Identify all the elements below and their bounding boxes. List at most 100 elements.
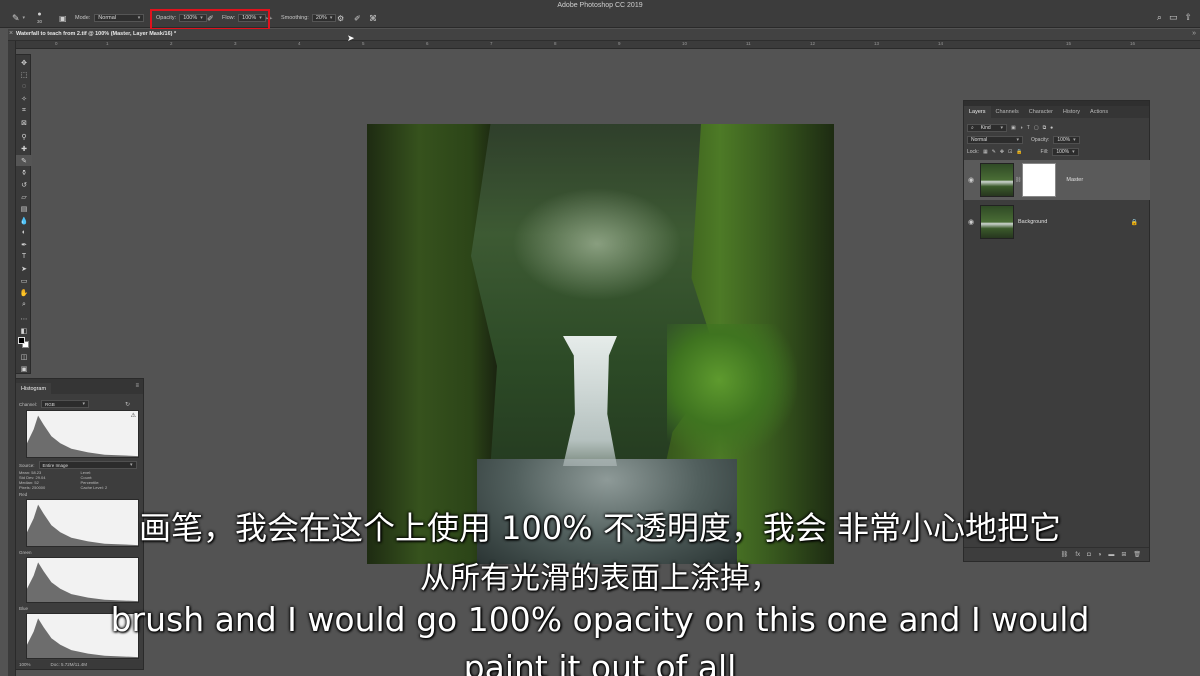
- source-value: Entire Image: [42, 462, 69, 468]
- eraser-tool-icon[interactable]: ▱: [16, 191, 32, 202]
- document-canvas[interactable]: [367, 124, 834, 564]
- layer-name[interactable]: Background: [1018, 219, 1047, 225]
- canvas-waterfall: [563, 336, 617, 466]
- histogram-curve: [27, 415, 138, 457]
- dodge-tool-icon[interactable]: ◐: [16, 227, 32, 238]
- eye-icon[interactable]: ◉: [964, 176, 978, 184]
- warning-icon[interactable]: ⚠: [131, 412, 136, 419]
- move-tool-icon[interactable]: ✥: [16, 57, 32, 68]
- history-brush-tool-icon[interactable]: ↺: [16, 179, 32, 190]
- workspace-icon[interactable]: ▭: [1169, 12, 1178, 23]
- quick-mask-icon[interactable]: ◫: [16, 351, 32, 362]
- expand-icon[interactable]: »: [1192, 30, 1196, 37]
- chevron-down-icon: ▾: [329, 15, 333, 21]
- fill-field[interactable]: 100% ▾: [1052, 147, 1079, 156]
- gradient-tool-icon[interactable]: ▤: [16, 203, 32, 214]
- marquee-tool-icon[interactable]: ⬚: [16, 69, 32, 80]
- filter-toggle-icon[interactable]: ●: [1050, 125, 1053, 131]
- layer-opacity-value: 100%: [1057, 136, 1071, 143]
- document-tab[interactable]: × Waterfall to teach from 2.tif @ 100% (…: [8, 29, 1200, 41]
- tab-history[interactable]: History: [1058, 106, 1085, 118]
- eyedropper-tool-icon[interactable]: ⚲: [16, 131, 32, 142]
- ruler-number: 16: [1130, 41, 1136, 46]
- chevron-down-icon: ▾: [1016, 136, 1019, 143]
- brush-settings-toggle[interactable]: ▣: [59, 13, 67, 23]
- smoothing-field[interactable]: 20% ▾: [311, 14, 337, 22]
- rectangle-tool-icon[interactable]: ▭: [16, 275, 32, 286]
- filter-smart-object-icon[interactable]: ⧉: [1043, 125, 1047, 131]
- search-icon[interactable]: ⌕: [1157, 12, 1162, 23]
- lock-image-icon[interactable]: ✎: [992, 149, 996, 155]
- smoothing-value: 20%: [315, 15, 327, 21]
- blend-mode-value: Normal: [971, 136, 988, 143]
- zoom-tool-icon[interactable]: ⌕: [16, 299, 32, 310]
- chevron-down-icon: ▾: [22, 15, 26, 21]
- layer-thumbnail[interactable]: [980, 163, 1014, 197]
- share-icon[interactable]: ⇪: [1184, 12, 1192, 23]
- filter-type-icon[interactable]: T: [1027, 125, 1030, 131]
- refresh-icon[interactable]: ↻: [125, 401, 130, 408]
- type-tool-icon[interactable]: T: [16, 251, 32, 262]
- panel-menu-icon[interactable]: ≡: [135, 383, 139, 389]
- layer-thumbnail[interactable]: [980, 205, 1014, 239]
- layer-row-background[interactable]: ◉ Background 🔒: [964, 202, 1150, 242]
- default-colors-icon[interactable]: ◧: [16, 325, 32, 336]
- close-icon[interactable]: ×: [9, 30, 13, 37]
- lock-transparent-icon[interactable]: ▦: [983, 149, 988, 155]
- filter-adjustment-icon[interactable]: ◑: [1020, 125, 1023, 131]
- chevron-down-icon: ▾: [1073, 136, 1076, 143]
- ruler-number: 4: [298, 41, 301, 46]
- tab-layers[interactable]: Layers: [964, 106, 991, 118]
- pressure-size-toggle[interactable]: ✐: [354, 13, 361, 23]
- more-tools-icon[interactable]: ⋯: [16, 313, 32, 324]
- layer-row-master[interactable]: ◉ ⛓ Master: [964, 160, 1150, 200]
- quick-selection-tool-icon[interactable]: ✧: [16, 93, 32, 104]
- smoothing-options-button[interactable]: ⚙: [337, 13, 344, 23]
- healing-brush-tool-icon[interactable]: ✚: [16, 143, 32, 154]
- lock-artboard-icon[interactable]: ⊡: [1008, 149, 1012, 155]
- layer-opacity-label: Opacity:: [1031, 136, 1050, 143]
- butterfly-icon: ⌘: [369, 13, 377, 23]
- layer-name[interactable]: Master: [1066, 177, 1083, 183]
- layer-opacity-field[interactable]: 100% ▾: [1053, 135, 1080, 144]
- layer-mask-thumbnail[interactable]: [1022, 163, 1057, 197]
- layer-filter-select[interactable]: ⌕ Kind ▾: [967, 123, 1007, 132]
- tab-channels[interactable]: Channels: [991, 106, 1024, 118]
- source-select[interactable]: Entire Image ▾: [38, 461, 137, 469]
- eye-icon[interactable]: ◉: [964, 218, 978, 226]
- channel-select[interactable]: RGB ▾: [41, 400, 90, 408]
- lock-all-icon[interactable]: 🔒: [1016, 149, 1022, 155]
- path-selection-tool-icon[interactable]: ➤: [16, 263, 32, 274]
- brush-tool-preset-picker[interactable]: ✎ ▾: [12, 13, 25, 23]
- tab-histogram[interactable]: Histogram: [16, 383, 52, 394]
- brush-tool-icon: ✎: [12, 12, 20, 23]
- ruler-number: 12: [810, 41, 816, 46]
- screen-mode-icon[interactable]: ▣: [16, 363, 32, 374]
- filter-shape-icon[interactable]: ▢: [1034, 125, 1039, 131]
- filter-pixel-icon[interactable]: ▣: [1011, 125, 1016, 131]
- stat-pixels: Pixels: 250000: [19, 485, 46, 490]
- tab-character[interactable]: Character: [1024, 106, 1058, 118]
- link-chain-icon[interactable]: ⛓: [1015, 177, 1021, 183]
- mode-select[interactable]: Normal ▾: [94, 14, 145, 22]
- blur-tool-icon[interactable]: 💧: [16, 215, 32, 226]
- brush-tool-icon[interactable]: ✎: [16, 155, 32, 166]
- frame-tool-icon[interactable]: ⊠: [16, 117, 32, 128]
- crop-tool-icon[interactable]: ⌗: [16, 105, 32, 116]
- histogram-statistics: Mean: 58.23 Level: Std Dev: 29.04 Count:…: [19, 470, 142, 490]
- pen-tool-icon[interactable]: ✒: [16, 239, 32, 250]
- fill-label: Fill:: [1040, 148, 1049, 155]
- brush-size-picker[interactable]: ● 30: [37, 10, 42, 26]
- ruler-horizontal: 0 1 2 3 4 5 6 7 8 9 10 11 12 13 14 15 16: [16, 41, 1200, 49]
- foreground-color-swatch[interactable]: [18, 337, 25, 344]
- lock-position-icon[interactable]: ✥: [1000, 149, 1004, 155]
- lock-label: Lock:: [967, 148, 979, 155]
- blend-mode-select[interactable]: Normal ▾: [967, 135, 1023, 144]
- hand-tool-icon[interactable]: ✋: [16, 287, 32, 298]
- symmetry-button[interactable]: ⌘: [369, 13, 377, 23]
- fill-value: 100%: [1056, 148, 1070, 155]
- lasso-tool-icon[interactable]: ◌: [16, 81, 32, 92]
- ruler-number: 7: [490, 41, 493, 46]
- tab-actions[interactable]: Actions: [1085, 106, 1113, 118]
- clone-stamp-tool-icon[interactable]: ⚱: [16, 167, 32, 178]
